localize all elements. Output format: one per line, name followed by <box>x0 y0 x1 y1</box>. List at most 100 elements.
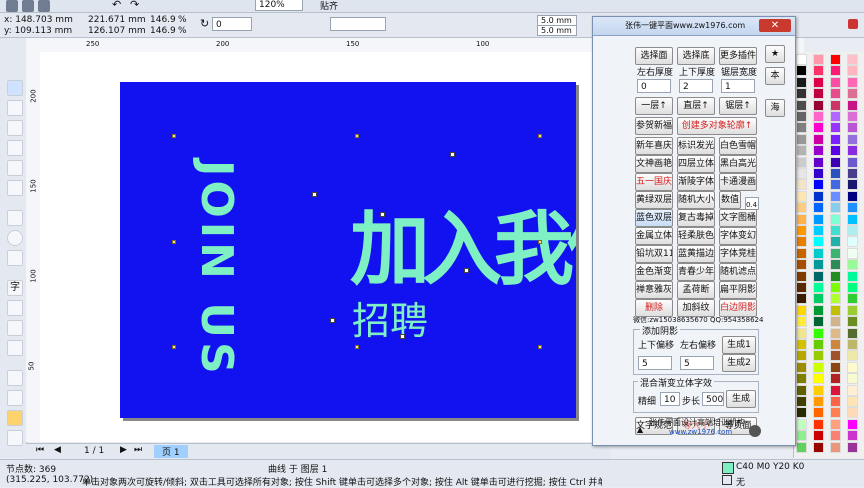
horizontal-offset-input[interactable]: 5 <box>680 356 714 370</box>
effect-button[interactable]: 随机滤点 <box>719 263 757 281</box>
selection-handle[interactable] <box>172 345 176 349</box>
close-document-icon[interactable] <box>848 19 858 29</box>
palette-swatch[interactable] <box>796 156 807 168</box>
artboard[interactable]: JOIN US 加入我们 招聘 <box>120 82 576 418</box>
drop-shadow-icon[interactable] <box>7 340 23 356</box>
palette-swatch[interactable] <box>813 202 824 214</box>
palette-swatch[interactable] <box>847 122 858 134</box>
effect-button[interactable]: 轻柔肤色 <box>677 227 715 245</box>
palette-swatch[interactable] <box>830 156 841 168</box>
vertical-offset-input[interactable]: 5 <box>638 356 672 370</box>
palette-swatch[interactable] <box>796 88 807 100</box>
palette-swatch[interactable] <box>847 418 858 430</box>
palette-swatch[interactable] <box>830 190 841 202</box>
palette-swatch[interactable] <box>847 88 858 100</box>
effect-button[interactable]: 黄绿双层 <box>635 191 673 209</box>
prev-page-icon[interactable]: ◀ <box>54 445 61 455</box>
palette-swatch[interactable] <box>830 225 841 236</box>
polygon-tool-icon[interactable] <box>7 250 23 266</box>
palette-swatch[interactable] <box>847 316 858 328</box>
line-width-select[interactable] <box>330 17 386 31</box>
effect-button[interactable]: 数值 <box>719 191 741 209</box>
palette-swatch[interactable] <box>796 282 807 293</box>
zoom-tool-icon[interactable] <box>7 140 23 156</box>
palette-swatch[interactable] <box>796 350 807 362</box>
zoom-select[interactable]: 120% <box>255 0 303 11</box>
outline-pen-icon[interactable] <box>7 390 23 406</box>
palette-swatch[interactable] <box>847 76 858 88</box>
create-outline-button[interactable]: 创建多对象轮廓↑ <box>677 117 757 135</box>
palette-swatch[interactable] <box>830 76 841 88</box>
palette-swatch[interactable] <box>830 111 841 122</box>
palette-swatch[interactable] <box>847 282 858 293</box>
next-page-icon[interactable]: ▶ <box>120 445 127 455</box>
pick-tool-icon[interactable] <box>7 80 23 96</box>
favorite-button[interactable]: ★ <box>765 45 785 63</box>
palette-swatch[interactable] <box>847 236 858 248</box>
palette-swatch[interactable] <box>796 418 807 430</box>
scale-height[interactable]: 146.9 <box>150 26 176 36</box>
palette-swatch[interactable] <box>830 441 841 453</box>
connector-tool-icon[interactable] <box>7 320 23 336</box>
palette-swatch[interactable] <box>830 213 841 225</box>
selection-handle[interactable] <box>538 240 542 244</box>
palette-swatch[interactable] <box>847 213 858 225</box>
more-plugins-button[interactable]: 更多插件 <box>719 47 757 65</box>
effect-button[interactable]: 孟荷断 <box>677 281 715 299</box>
palette-swatch[interactable] <box>796 133 807 145</box>
effect-button[interactable]: 新年喜庆 <box>635 137 673 155</box>
generate2-button[interactable]: 生成2 <box>722 354 756 372</box>
palette-swatch[interactable] <box>813 430 824 442</box>
palette-swatch[interactable] <box>847 407 858 419</box>
palette-swatch[interactable] <box>830 407 841 419</box>
selection-handle[interactable] <box>538 134 542 138</box>
effect-button[interactable]: 加斜纹 <box>677 299 715 317</box>
palette-swatch[interactable] <box>847 350 858 362</box>
palette-swatch[interactable] <box>813 304 824 316</box>
redo-icon[interactable]: ↷ <box>130 0 139 11</box>
greeting-button[interactable]: 参贺新福 <box>635 117 673 135</box>
palette-swatch[interactable] <box>830 259 841 271</box>
generate-button[interactable]: 生成 <box>726 390 756 408</box>
parallel-dimension-icon[interactable] <box>7 300 23 316</box>
curve-node[interactable] <box>312 192 317 197</box>
palette-swatch[interactable] <box>830 373 841 385</box>
curve-node[interactable] <box>330 318 335 323</box>
effect-button[interactable]: 卡通漫画 <box>719 173 757 191</box>
palette-swatch[interactable] <box>830 247 841 259</box>
new-icon[interactable] <box>6 0 18 12</box>
palette-swatch[interactable] <box>796 293 807 305</box>
side-button-hai[interactable]: 海 <box>765 99 785 117</box>
save-icon[interactable] <box>38 0 50 12</box>
palette-swatch[interactable] <box>830 122 841 134</box>
effect-button[interactable]: 标识发光 <box>677 137 715 155</box>
palette-swatch[interactable] <box>813 361 824 373</box>
palette-swatch[interactable] <box>830 99 841 111</box>
palette-swatch[interactable] <box>813 236 824 248</box>
palette-swatch[interactable] <box>847 339 858 350</box>
page-tab[interactable]: 页 1 <box>154 445 188 458</box>
palette-swatch[interactable] <box>847 111 858 122</box>
palette-swatch[interactable] <box>813 270 824 282</box>
open-icon[interactable] <box>22 0 34 12</box>
palette-swatch[interactable] <box>796 225 807 236</box>
palette-swatch[interactable] <box>813 99 824 111</box>
palette-swatch[interactable] <box>796 373 807 385</box>
effect-button[interactable]: 铅坑双11 <box>635 245 673 263</box>
palette-swatch[interactable] <box>830 236 841 248</box>
palette-swatch[interactable] <box>813 76 824 88</box>
selection-handle[interactable] <box>172 240 176 244</box>
palette-swatch[interactable] <box>796 202 807 214</box>
palette-swatch[interactable] <box>813 179 824 191</box>
palette-swatch[interactable] <box>796 339 807 350</box>
effect-button[interactable]: 渐陵字体 <box>677 173 715 191</box>
select-bottom-button[interactable]: 选择底 <box>677 47 715 65</box>
angle-input[interactable]: 0 <box>212 17 252 31</box>
palette-swatch[interactable] <box>847 225 858 236</box>
palette-swatch[interactable] <box>796 168 807 179</box>
effect-button[interactable]: 文字图桶 <box>719 209 757 227</box>
palette-swatch[interactable] <box>796 111 807 122</box>
palette-swatch[interactable] <box>796 316 807 328</box>
palette-swatch[interactable] <box>796 145 807 157</box>
palette-swatch[interactable] <box>796 247 807 259</box>
